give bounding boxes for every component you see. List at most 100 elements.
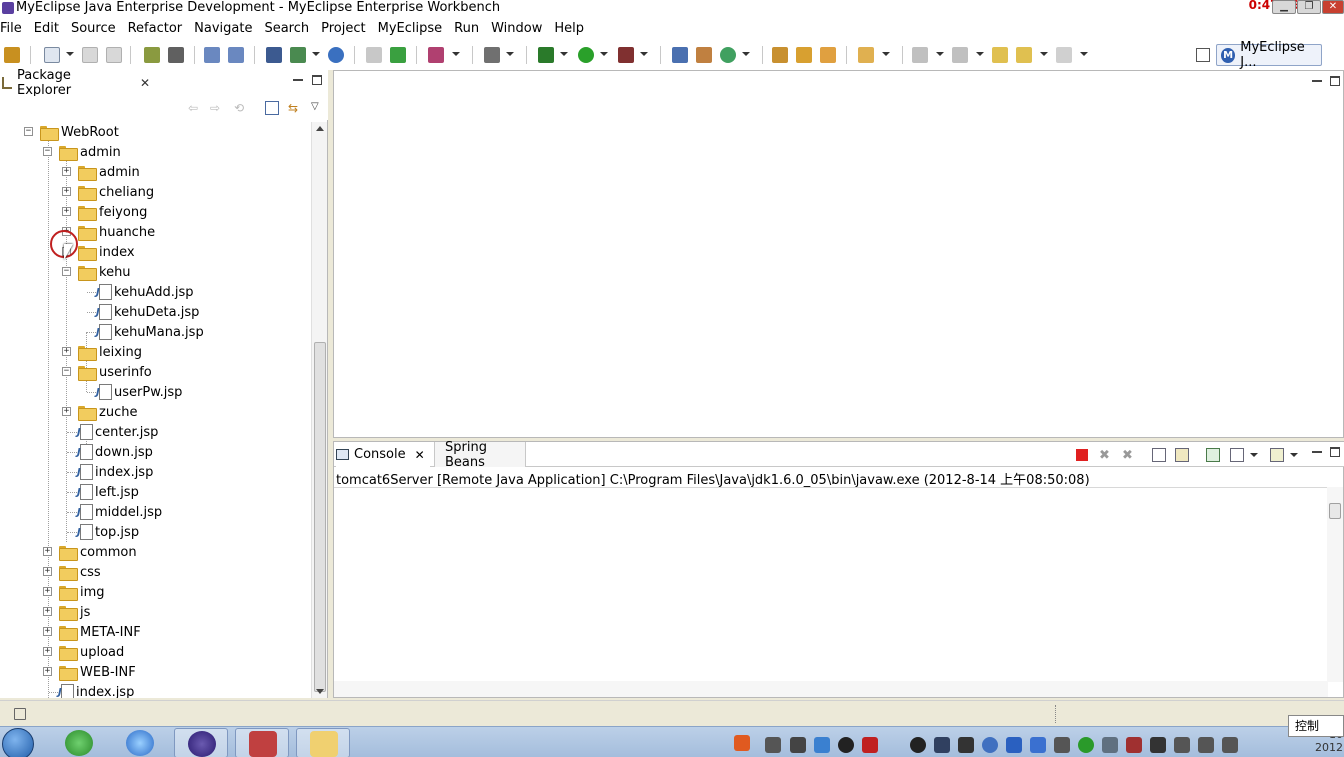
taskbar-green-app[interactable] (52, 728, 106, 757)
new-dropdown-icon[interactable] (66, 52, 74, 56)
close-tab-icon[interactable]: ✕ (415, 448, 425, 462)
collapse-icon[interactable]: − (43, 147, 52, 156)
scroll-up-icon[interactable] (316, 126, 324, 131)
clear-console-icon[interactable] (1152, 448, 1166, 462)
external-tools-dropdown-icon[interactable] (640, 52, 648, 56)
expand-icon[interactable]: + (43, 627, 52, 636)
tree-item-leixing[interactable]: + leixing (62, 342, 142, 362)
scroll-lock-icon[interactable] (1175, 448, 1189, 462)
console-output-area[interactable] (334, 487, 1328, 682)
scrollbar-thumb[interactable] (1329, 503, 1341, 519)
restore-window-button[interactable]: ❐ (1297, 0, 1321, 14)
perspective-switcher[interactable]: M MyEclipse J... (1216, 40, 1322, 70)
tree-item-center-jsp[interactable]: center.jsp (77, 422, 158, 442)
previous-annotation-icon[interactable] (952, 47, 968, 63)
save-icon[interactable] (82, 47, 98, 63)
tray-app-icon[interactable] (1102, 737, 1118, 753)
menu-myeclipse[interactable]: MyEclipse (372, 18, 449, 40)
start-button-icon[interactable] (2, 728, 34, 757)
close-tab-icon[interactable]: ✕ (140, 76, 150, 90)
tree-item-kehuadd-jsp[interactable]: kehuAdd.jsp (96, 282, 193, 302)
menu-search[interactable]: Search (258, 18, 315, 40)
action-center-flag-icon[interactable] (1150, 737, 1166, 753)
new-class-dropdown-icon[interactable] (452, 52, 460, 56)
tree-item-admin[interactable]: − admin (43, 142, 121, 162)
tree-item-kehudeta-jsp[interactable]: kehuDeta.jsp (96, 302, 199, 322)
add-icon[interactable] (390, 47, 406, 63)
debug-icon[interactable] (538, 47, 554, 63)
tray-app-icon[interactable] (790, 737, 806, 753)
tray-app-icon[interactable] (1174, 737, 1190, 753)
maximize-view-button[interactable] (312, 75, 322, 85)
tree-item-web-inf[interactable]: + WEB-INF (43, 662, 136, 682)
tray-app-icon[interactable] (765, 737, 781, 753)
expand-icon[interactable]: + (62, 187, 71, 196)
taskbar-eclipse[interactable] (174, 728, 228, 757)
open-type-hierarchy-icon[interactable] (772, 47, 788, 63)
tree-item-css[interactable]: + css (43, 562, 101, 582)
print-icon[interactable] (106, 47, 122, 63)
next-annotation-dropdown-icon[interactable] (936, 52, 944, 56)
collapse-icon[interactable]: − (62, 267, 71, 276)
new-package-icon[interactable] (696, 47, 712, 63)
open-perspective-button[interactable] (1196, 48, 1210, 62)
menu-refactor[interactable]: Refactor (122, 18, 189, 40)
tree-item-upload[interactable]: + upload (43, 642, 124, 662)
tray-app-icon[interactable] (1054, 737, 1070, 753)
display-selected-console-icon[interactable] (1230, 448, 1244, 462)
annotation-dropdown-icon[interactable] (882, 52, 890, 56)
tray-app-icon[interactable] (958, 737, 974, 753)
menu-source[interactable]: Source (65, 18, 122, 40)
tree-item-zuche[interactable]: + zuche (62, 402, 137, 422)
expand-icon[interactable]: + (43, 607, 52, 616)
qq-icon[interactable] (838, 737, 854, 753)
tree-item-userpw-jsp[interactable]: userPw.jsp (96, 382, 182, 402)
minimize-view-button[interactable] (293, 75, 303, 81)
debug-dropdown-icon[interactable] (560, 52, 568, 56)
menu-run[interactable]: Run (448, 18, 485, 40)
tree-item-admin-sub[interactable]: + admin (62, 162, 140, 182)
close-window-button[interactable]: ✕ (1322, 0, 1344, 14)
forward-dropdown-icon[interactable] (1080, 52, 1088, 56)
open-task-icon[interactable] (796, 47, 812, 63)
tree-item-kehumana-jsp[interactable]: kehuMana.jsp (96, 322, 204, 342)
back-dropdown-icon[interactable] (1040, 52, 1048, 56)
collapse-icon[interactable]: − (24, 127, 33, 136)
tree-item-top-jsp[interactable]: top.jsp (77, 522, 139, 542)
new-class-wizard-icon[interactable] (720, 47, 736, 63)
back-icon[interactable] (1016, 47, 1032, 63)
collapse-icon[interactable]: − (62, 367, 71, 376)
back-arrow-icon[interactable]: ⇦ (188, 101, 202, 115)
up-icon[interactable]: ⟲ (234, 101, 248, 115)
tray-app-icon[interactable] (982, 737, 998, 753)
menu-file[interactable]: File (0, 18, 28, 40)
ime-control-label[interactable]: 控制 (1288, 715, 1344, 737)
deploy-icon[interactable] (144, 47, 160, 63)
minimize-window-button[interactable]: ▁ (1272, 0, 1296, 14)
tree-item-common[interactable]: + common (43, 542, 137, 562)
open-console-icon[interactable] (1270, 448, 1284, 462)
menu-edit[interactable]: Edit (28, 18, 65, 40)
package-explorer-scrollbar[interactable] (311, 122, 327, 698)
taskbar-toolbox[interactable] (235, 728, 289, 757)
taskbar-internet-explorer[interactable] (113, 728, 167, 757)
run-server-dropdown-icon[interactable] (312, 52, 320, 56)
menu-window[interactable]: Window (485, 18, 548, 40)
tree-item-meta-inf[interactable]: + META-INF (43, 622, 141, 642)
menu-help[interactable]: Help (548, 18, 590, 40)
forward-arrow-icon[interactable]: ⇨ (210, 101, 224, 115)
expand-icon[interactable]: + (43, 667, 52, 676)
collapse-all-icon[interactable] (265, 101, 279, 115)
annotation-icon[interactable] (858, 47, 874, 63)
tray-shield-icon[interactable] (1006, 737, 1022, 753)
taskbar-explorer[interactable] (296, 728, 350, 757)
tree-item-feiyong[interactable]: + feiyong (62, 202, 147, 222)
tree-item-down-jsp[interactable]: down.jsp (77, 442, 153, 462)
link-with-editor-icon[interactable]: ⇆ (288, 101, 302, 115)
expand-icon[interactable]: + (62, 347, 71, 356)
server-icon[interactable] (168, 47, 184, 63)
remove-launch-icon[interactable]: ✖ (1099, 448, 1113, 463)
editor-area[interactable] (333, 70, 1344, 438)
tab-spring-beans[interactable]: Spring Beans (434, 440, 526, 470)
tree-item-index-jsp-root[interactable]: index.jsp (58, 682, 134, 698)
